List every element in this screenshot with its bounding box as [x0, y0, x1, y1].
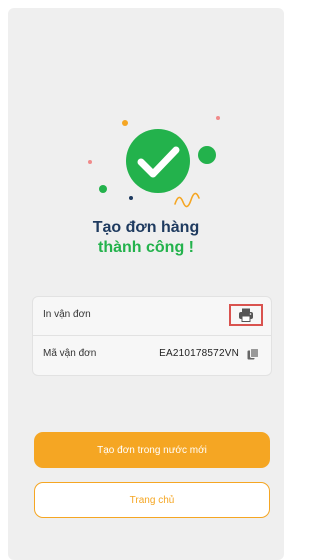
- print-waybill-row[interactable]: In vận đơn: [33, 297, 271, 336]
- confetti-dot: [216, 116, 220, 120]
- confetti-dot: [122, 120, 128, 126]
- success-subtitle: thành công !: [98, 239, 194, 256]
- new-domestic-order-button[interactable]: Tạo đơn trong nước mới: [34, 432, 270, 468]
- print-waybill-label: In vận đơn: [43, 309, 91, 320]
- waybill-code-label: Mã vận đơn: [43, 348, 97, 359]
- check-circle-icon: [126, 129, 190, 193]
- waybill-code-value: EA210178572VN: [159, 348, 239, 359]
- confetti-dot: [88, 160, 92, 164]
- confetti-dot: [129, 196, 133, 200]
- success-illustration: [88, 116, 220, 208]
- success-title: Tạo đơn hàng: [92, 219, 200, 236]
- confetti-dot: [99, 185, 107, 193]
- order-details-card: In vận đơn Mã vận đơn EA210178572VN: [32, 296, 272, 376]
- waybill-code-row: Mã vận đơn EA210178572VN: [33, 336, 271, 374]
- printer-icon: [239, 308, 253, 322]
- home-button[interactable]: Trang chủ: [34, 482, 270, 518]
- confetti-dot: [198, 146, 216, 164]
- print-button[interactable]: [229, 304, 263, 326]
- success-screen: Tạo đơn hàng thành công ! In vận đơn Mã …: [8, 8, 284, 560]
- confetti-squiggle: [174, 192, 200, 208]
- copy-icon[interactable]: [247, 348, 259, 360]
